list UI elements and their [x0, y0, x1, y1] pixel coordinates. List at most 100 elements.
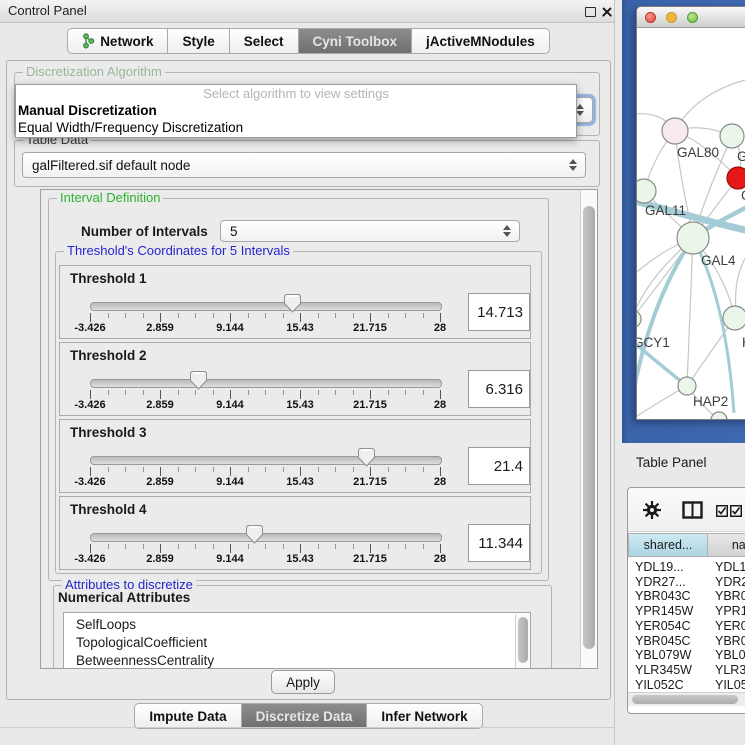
- slider-major-tick: [440, 544, 441, 553]
- network-edge[interactable]: [687, 238, 693, 386]
- divider: [0, 727, 617, 728]
- network-node-ga[interactable]: [720, 124, 744, 148]
- tab-select[interactable]: Select: [230, 28, 299, 54]
- slider-minor-tick: [178, 467, 179, 472]
- slider-tick-label: 15.43: [268, 399, 332, 411]
- slider-tick-label: 21.715: [338, 476, 402, 488]
- network-node-hap2[interactable]: [678, 377, 696, 395]
- number-of-intervals-label: Number of Intervals: [81, 224, 208, 239]
- tab-jactivemnodules[interactable]: jActiveMNodules: [412, 28, 550, 54]
- table-horizontal-scrollbar[interactable]: [628, 692, 745, 706]
- slider-minor-tick: [423, 544, 424, 549]
- slider-major-tick: [90, 467, 91, 476]
- minimize-window-icon[interactable]: [666, 12, 677, 23]
- attributes-list-scrollbar[interactable]: [515, 614, 529, 669]
- tab-discretize-data[interactable]: Discretize Data: [242, 703, 368, 729]
- table-column-header-0[interactable]: shared...: [628, 533, 708, 557]
- network-canvas[interactable]: GAL80GACGAL11GAL4GCY1HHAP2: [637, 28, 745, 419]
- slider-minor-tick: [265, 390, 266, 395]
- threshold-slider-track[interactable]: [90, 456, 442, 465]
- threshold-value-box[interactable]: 14.713: [468, 293, 530, 331]
- select-columns-icon[interactable]: [716, 505, 742, 517]
- slider-minor-tick: [143, 467, 144, 472]
- table-row[interactable]: YER054CYER054C: [628, 619, 745, 634]
- slider-minor-tick: [108, 544, 109, 549]
- network-node[interactable]: [711, 412, 727, 419]
- network-node-gal11[interactable]: [637, 179, 656, 203]
- numerical-attributes-list[interactable]: SelfLoopsTopologicalCoefficientBetweenne…: [63, 612, 531, 669]
- threshold-slider-thumb[interactable]: [358, 448, 375, 467]
- attribute-list-item[interactable]: TopologicalCoefficient: [64, 634, 516, 652]
- network-node-gcy1[interactable]: [637, 310, 641, 328]
- table-cell: YPR145W: [708, 604, 745, 619]
- threshold-slider-track[interactable]: [90, 379, 442, 388]
- algorithm-popup-item[interactable]: Manual Discretization: [16, 102, 576, 119]
- threshold-value-box[interactable]: 21.4: [468, 447, 530, 485]
- table-row[interactable]: YBL079WYBL079W: [628, 648, 745, 663]
- tab-infer-network[interactable]: Infer Network: [367, 703, 482, 729]
- threshold-slider-track[interactable]: [90, 302, 442, 311]
- network-node-c[interactable]: [727, 167, 745, 189]
- table-row[interactable]: YBR043CYBR043C: [628, 589, 745, 604]
- table-row[interactable]: YDL19...YDL19...: [628, 560, 745, 575]
- threshold-label: Threshold 2: [70, 348, 147, 363]
- table-data-combobox[interactable]: galFiltered.sif default node: [22, 152, 586, 178]
- threshold-slider-thumb[interactable]: [246, 525, 263, 544]
- threshold-label: Threshold 3: [70, 425, 147, 440]
- slider-minor-tick: [248, 544, 249, 549]
- slider-minor-tick: [353, 390, 354, 395]
- viewport-scrollbar[interactable]: [580, 190, 597, 668]
- table-row[interactable]: YBR045CYBR045C: [628, 634, 745, 649]
- zoom-window-icon[interactable]: [687, 12, 698, 23]
- table-row[interactable]: YIL052CYIL052C: [628, 678, 745, 692]
- tab-style[interactable]: Style: [168, 28, 229, 54]
- network-node-gal80[interactable]: [662, 118, 688, 144]
- slider-minor-tick: [353, 467, 354, 472]
- number-of-intervals-combobox[interactable]: 5: [220, 220, 520, 242]
- slider-tick-label: -3.426: [58, 399, 122, 411]
- threshold-slider-thumb[interactable]: [284, 294, 301, 313]
- attribute-list-item[interactable]: SelfLoops: [64, 616, 516, 634]
- slider-minor-tick: [318, 544, 319, 549]
- tab-impute-data[interactable]: Impute Data: [134, 703, 241, 729]
- table-row[interactable]: YLR345WYLR345W: [628, 663, 745, 678]
- float-window-icon[interactable]: [585, 7, 596, 17]
- split-panel-icon[interactable]: [682, 501, 703, 519]
- threshold-slider-track[interactable]: [90, 533, 442, 542]
- algorithm-popup-item[interactable]: Equal Width/Frequency Discretization: [16, 119, 576, 136]
- gear-icon[interactable]: [642, 500, 662, 520]
- control-panel-title: Control Panel: [8, 3, 87, 18]
- network-view-window[interactable]: GAL80GACGAL11GAL4GCY1HHAP2: [636, 6, 745, 420]
- slider-major-tick: [300, 467, 301, 476]
- network-graph[interactable]: GAL80GACGAL11GAL4GCY1HHAP2: [637, 28, 745, 419]
- attribute-list-item[interactable]: BetweennessCentrality: [64, 652, 516, 669]
- close-panel-icon[interactable]: [601, 6, 613, 18]
- table-column-header-1[interactable]: name: [708, 533, 745, 557]
- network-node-label: HAP2: [693, 394, 728, 409]
- close-window-icon[interactable]: [645, 12, 656, 23]
- slider-minor-tick: [423, 390, 424, 395]
- apply-button[interactable]: Apply: [271, 670, 335, 694]
- table-row[interactable]: YPR145WYPR145W: [628, 604, 745, 619]
- algorithm-popup-prompt: Select algorithm to view settings: [16, 85, 576, 102]
- threshold-slider-thumb[interactable]: [190, 371, 207, 390]
- network-node-gal4[interactable]: [677, 222, 709, 254]
- table-row[interactable]: YDR27...YDR27...: [628, 575, 745, 590]
- viewport-scrollbar-thumb[interactable]: [583, 206, 595, 649]
- network-node-h[interactable]: [723, 306, 745, 330]
- slider-minor-tick: [213, 467, 214, 472]
- threshold-value-box[interactable]: 6.316: [468, 370, 530, 408]
- threshold-value-box[interactable]: 11.344: [468, 524, 530, 562]
- tab-cyni-toolbox[interactable]: Cyni Toolbox: [299, 28, 413, 54]
- network-window-titlebar[interactable]: [637, 7, 745, 28]
- slider-major-tick: [440, 313, 441, 322]
- tab-network[interactable]: Network: [67, 28, 168, 54]
- slider-minor-tick: [388, 544, 389, 549]
- network-node-label: GAL4: [701, 253, 736, 268]
- slider-minor-tick: [335, 544, 336, 549]
- tab-label: Style: [182, 34, 214, 49]
- tab-label: Infer Network: [381, 709, 467, 724]
- slider-minor-tick: [405, 544, 406, 549]
- settings-scroll-viewport: Interval Definition Number of Intervals …: [40, 189, 598, 669]
- table-hscrollbar-thumb[interactable]: [632, 695, 738, 704]
